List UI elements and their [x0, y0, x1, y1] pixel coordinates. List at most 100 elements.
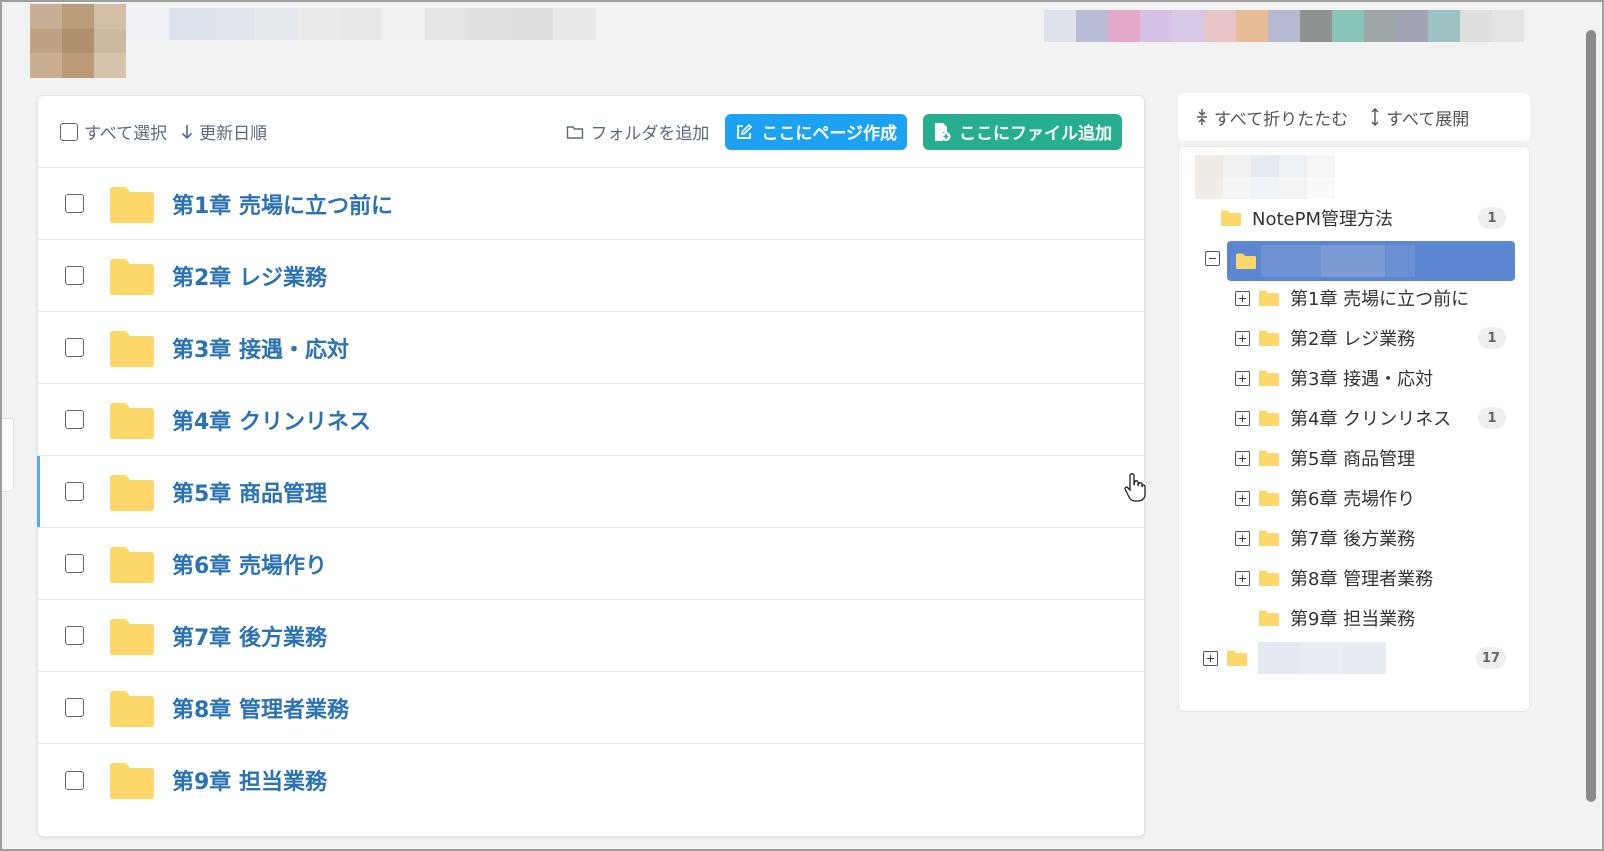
folder-icon [110, 618, 154, 655]
blurred-label [1258, 642, 1387, 674]
row-checkbox[interactable] [65, 194, 84, 213]
create-page-button[interactable]: ここにページ作成 [725, 113, 907, 150]
tree-item-label: 第8章 管理者業務 [1290, 569, 1434, 590]
count-badge: 1 [1478, 407, 1506, 429]
folder-icon [110, 258, 154, 295]
hand-cursor-icon [1124, 473, 1146, 502]
folder-row[interactable]: 第1章 売場に立つ前に [38, 168, 1144, 240]
row-checkbox[interactable] [65, 410, 84, 429]
expand-all-button[interactable]: すべて展開 [1370, 105, 1469, 130]
folder-link[interactable]: 第8章 管理者業務 [172, 692, 349, 724]
tree-item-chapter[interactable]: 第4章 クリンリネス 1 [1235, 399, 1518, 437]
tree-item-notepm[interactable]: NotePM管理方法 1 [1212, 199, 1518, 237]
page-scrollbar[interactable] [1586, 30, 1596, 802]
folder-row[interactable]: 第3章 接遇・応対 [38, 312, 1144, 384]
collapse-all-button[interactable]: すべて折りたたむ [1196, 105, 1348, 130]
folder-row[interactable]: 第8章 管理者業務 [38, 672, 1144, 744]
row-checkbox[interactable] [65, 698, 84, 717]
add-file-button[interactable]: ここにファイル追加 [923, 113, 1122, 150]
expand-toggle[interactable] [1203, 650, 1218, 666]
folder-row[interactable]: 第6章 売場作り [38, 528, 1144, 600]
folder-icon [1259, 370, 1279, 386]
edit-icon [737, 123, 753, 139]
row-checkbox[interactable] [65, 554, 84, 573]
avatar[interactable] [30, 4, 126, 78]
folder-icon [1259, 490, 1279, 506]
add-folder-button[interactable]: フォルダを追加 [566, 119, 709, 144]
expand-toggle[interactable] [1235, 330, 1250, 346]
tree-item-chapter[interactable]: 第1章 売場に立つ前に [1235, 279, 1525, 317]
folder-icon [1236, 253, 1256, 269]
folder-icon [1259, 410, 1279, 426]
collapse-all-label: すべて折りたたむ [1214, 109, 1349, 130]
expand-toggle[interactable] [1235, 410, 1250, 426]
row-checkbox[interactable] [65, 482, 84, 501]
folder-tree: NotePM管理方法 1 第1章 売場に立つ前に 第2章 レジ業務 1 第3章 … [1178, 146, 1530, 712]
folder-icon [1259, 570, 1279, 586]
tree-item-chapter[interactable]: 第8章 管理者業務 [1235, 559, 1518, 597]
row-checkbox[interactable] [65, 770, 84, 790]
tree-item-chapter[interactable]: 第3章 接遇・応対 [1235, 359, 1518, 397]
folder-icon [110, 330, 154, 367]
tree-item-label: 第7章 後方業務 [1290, 529, 1416, 550]
select-all[interactable]: すべて選択 [60, 119, 167, 144]
folder-row[interactable]: 第9章 担当業務 [38, 744, 1144, 816]
folder-icon [1227, 650, 1247, 666]
tree-controls: すべて折りたたむ すべて展開 [1178, 93, 1530, 141]
expand-toggle[interactable] [1235, 570, 1250, 586]
create-page-label: ここにページ作成 [761, 124, 897, 144]
tree-item-selected[interactable] [1227, 241, 1515, 281]
row-checkbox[interactable] [65, 338, 84, 357]
folder-row-hovered[interactable]: 第5章 商品管理 [37, 456, 1144, 528]
side-tab-handle[interactable] [0, 418, 14, 492]
row-checkbox[interactable] [65, 266, 84, 285]
expand-toggle[interactable] [1235, 290, 1250, 306]
arrow-down-icon [182, 124, 193, 139]
tree-item-other[interactable]: 17 [1203, 639, 1518, 677]
expand-all-label: すべて展開 [1386, 109, 1470, 130]
folder-link[interactable]: 第5章 商品管理 [172, 476, 327, 508]
collapse-toggle[interactable] [1205, 251, 1220, 266]
expand-toggle[interactable] [1235, 450, 1250, 466]
row-checkbox[interactable] [65, 626, 84, 645]
folder-row[interactable]: 第7章 後方業務 [38, 600, 1144, 672]
tree-item-chapter[interactable]: 第5章 商品管理 [1235, 439, 1518, 477]
tree-item-chapter[interactable]: 第6章 売場作り [1235, 479, 1518, 517]
tree-item-label: 第2章 レジ業務 [1290, 329, 1416, 350]
blurred-tree-root[interactable] [1195, 155, 1335, 199]
folder-link[interactable]: 第6章 売場作り [172, 548, 327, 580]
folder-icon [1259, 290, 1279, 306]
tree-item-chapter[interactable]: 第2章 レジ業務 1 [1235, 319, 1518, 357]
tree-item-label: NotePM管理方法 [1252, 209, 1393, 230]
folder-icon [110, 763, 154, 799]
sort-button[interactable]: 更新日順 [181, 119, 267, 144]
file-add-icon [935, 122, 951, 141]
folder-icon [1259, 330, 1279, 346]
expand-toggle[interactable] [1235, 490, 1250, 506]
collapse-icon [1197, 109, 1207, 125]
count-badge: 1 [1478, 207, 1506, 229]
folder-link[interactable]: 第2章 レジ業務 [172, 260, 327, 292]
folder-row[interactable]: 第2章 レジ業務 [38, 240, 1144, 312]
folder-icon [110, 690, 154, 727]
folder-row[interactable]: 第4章 クリンリネス [38, 384, 1144, 456]
tree-item-label: 第6章 売場作り [1290, 489, 1416, 510]
folder-icon [110, 402, 154, 439]
tree-item-label: 第9章 担当業務 [1290, 609, 1416, 630]
tree-item-chapter[interactable]: 第7章 後方業務 [1235, 519, 1518, 557]
folder-link[interactable]: 第3章 接遇・応対 [172, 332, 349, 364]
expand-toggle[interactable] [1235, 370, 1250, 386]
blurred-header-title [126, 8, 597, 40]
blurred-header-members[interactable] [1044, 10, 1524, 42]
add-file-label: ここにファイル追加 [959, 124, 1112, 144]
folder-icon [110, 546, 154, 583]
expand-icon [1371, 108, 1379, 126]
folder-link[interactable]: 第1章 売場に立つ前に [172, 188, 393, 220]
list-toolbar: すべて選択 更新日順 フォルダを追加 ここにページ作成 ここにファイル追加 [38, 96, 1144, 168]
folder-link[interactable]: 第9章 担当業務 [172, 764, 327, 796]
select-all-checkbox[interactable] [60, 122, 78, 141]
folder-link[interactable]: 第4章 クリンリネス [172, 404, 371, 436]
folder-link[interactable]: 第7章 後方業務 [172, 620, 327, 652]
tree-item-chapter[interactable]: 第9章 担当業務 [1250, 599, 1518, 637]
expand-toggle[interactable] [1235, 530, 1250, 546]
